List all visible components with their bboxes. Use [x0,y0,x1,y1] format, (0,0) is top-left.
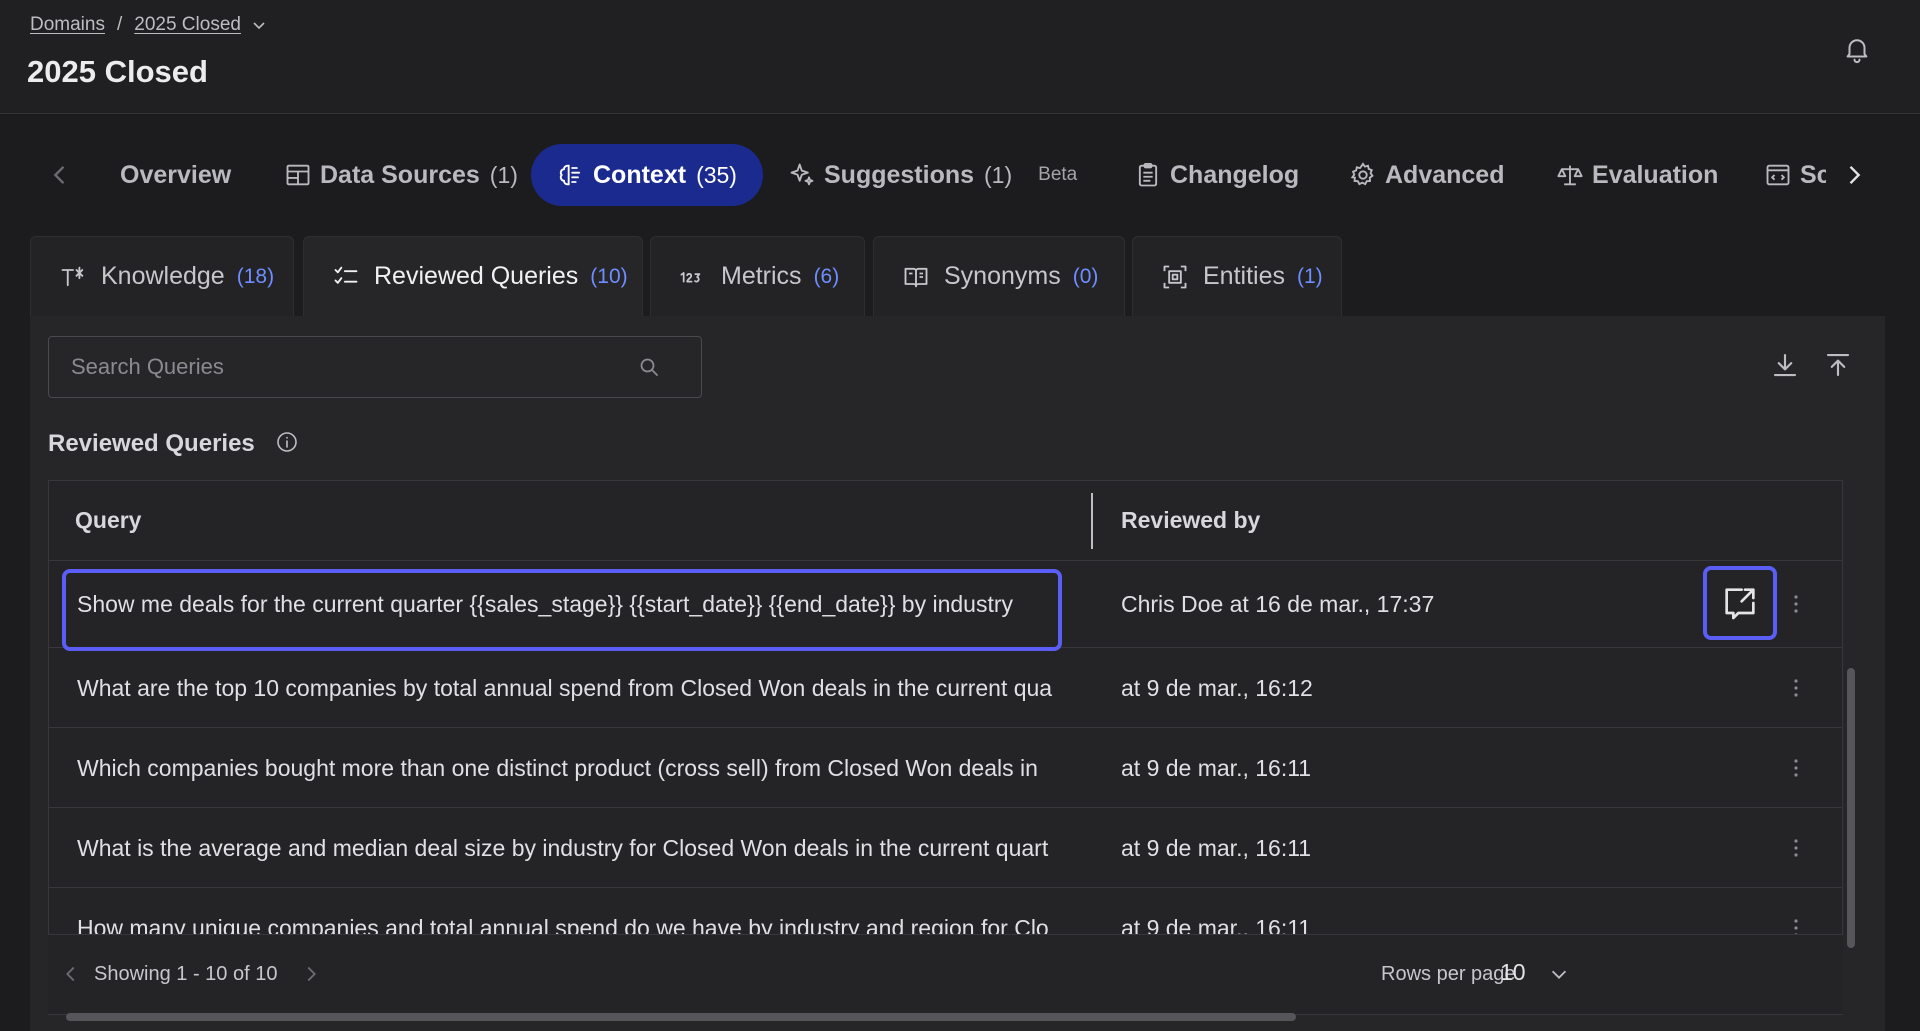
column-resizer[interactable] [1091,493,1093,549]
query-cell[interactable]: Which companies bought more than one dis… [77,728,1113,808]
subtab-metrics-label: Metrics [721,262,802,290]
tab-overview-label: Overview [120,160,232,189]
chevron-right-icon[interactable] [1840,161,1868,189]
subtab-entities[interactable]: Entities (1) [1132,236,1342,316]
reviewed-by-cell: at 9 de mar., 16:11 [1121,755,1312,781]
sparkle-icon [790,163,814,186]
breadcrumb-domains-link[interactable]: Domains [30,14,105,36]
gear-icon [1350,162,1374,186]
checklist-icon [334,266,358,284]
download-icon[interactable] [1770,350,1800,380]
tab-evaluation-label: Evaluation [1592,160,1719,189]
page-title: 2025 Closed [27,54,208,89]
tab-sc[interactable]: Sc [1764,144,1826,206]
subtab-metrics[interactable]: Metrics (6) [650,236,865,316]
info-icon[interactable] [275,430,299,454]
open-external-icon [1725,588,1755,620]
chevron-down-icon[interactable] [1548,963,1570,985]
subtab-metrics-count: (6) [813,264,840,288]
scale-icon [1557,165,1583,186]
tab-context-label: Context [593,160,687,189]
main-tabs-bar: Overview Data Sources (1) Context (35) S… [0,114,1920,236]
section-title: Reviewed Queries [48,430,255,457]
entity-frame-icon [1163,265,1187,288]
book-icon [904,267,928,287]
horizontal-scrollbar-thumb[interactable] [66,1013,1296,1021]
top-bar: Domains / 2025 Closed 2025 Closed [0,0,1920,114]
tab-advanced[interactable]: Advanced [1349,144,1504,206]
query-cell[interactable]: What is the average and median deal size… [77,808,1113,888]
reviewed-by-cell: at 9 de mar., 16:11 [1121,835,1312,861]
tab-data-sources-count: (1) [489,161,518,188]
tab-context[interactable]: Context (35) [531,144,763,206]
tab-suggestions-count: (1) [984,161,1013,188]
subtab-reviewed-queries-label: Reviewed Queries [374,262,579,290]
next-page-icon[interactable] [300,963,322,985]
code-window-icon [1766,164,1790,186]
reviewed-by-cell: Chris Doe at 16 de mar., 17:37 [1121,591,1435,617]
breadcrumb-separator: / [116,14,123,35]
tab-changelog[interactable]: Changelog [1134,144,1299,206]
previous-page-icon[interactable] [60,963,82,985]
subtab-reviewed-queries[interactable]: Reviewed Queries (10) [303,236,643,316]
tab-context-count: (35) [696,161,737,188]
bell-icon[interactable] [1842,34,1872,64]
table-row[interactable]: What is the average and median deal size… [49,808,1842,888]
more-vertical-icon[interactable] [1784,756,1808,780]
search-box [48,336,702,398]
text-format-icon [61,266,84,286]
tab-suggestions[interactable]: Suggestions (1) Beta [788,144,1077,206]
upload-icon[interactable] [1823,350,1853,380]
more-vertical-icon[interactable] [1784,836,1808,860]
vertical-scrollbar-thumb[interactable] [1847,668,1855,948]
numbers-icon [680,271,701,283]
chevron-left-icon[interactable] [46,161,74,189]
table-row[interactable]: Show me deals for the current quarter {{… [49,561,1842,651]
subtab-knowledge[interactable]: Knowledge (18) [30,236,294,316]
subtab-synonyms-label: Synonyms [944,262,1061,290]
table-icon [286,164,310,186]
rows-per-page-select[interactable]: 10 [1500,959,1526,986]
reviewed-queries-panel: Reviewed Queries Query Reviewed by Show … [30,316,1885,1031]
tab-changelog-label: Changelog [1170,160,1300,189]
table-header: Query Reviewed by [49,481,1842,561]
tab-data-sources[interactable]: Data Sources (1) [284,144,518,206]
pagination-summary: Showing 1 - 10 of 10 [94,963,278,985]
tab-sc-clip: Sc [1764,144,1826,206]
table-footer: Showing 1 - 10 of 10 Rows per page 10 [48,934,1843,1014]
subtab-knowledge-count: (18) [236,264,275,288]
brain-icon [559,164,581,186]
tab-data-sources-label: Data Sources [320,160,480,189]
tab-suggestions-label: Suggestions [824,160,975,189]
beta-badge: Beta [1038,164,1078,185]
subtab-synonyms[interactable]: Synonyms (0) [873,236,1125,316]
breadcrumb-current-link[interactable]: 2025 Closed [134,14,241,36]
clipboard-icon [1138,162,1158,187]
reviewed-by-cell: at 9 de mar., 16:12 [1121,675,1313,701]
more-vertical-icon[interactable] [1784,676,1808,700]
tab-sc-label: Sc [1800,160,1826,189]
query-cell[interactable]: What are the top 10 companies by total a… [77,648,1113,728]
search-icon[interactable] [637,355,661,379]
column-header-reviewed-by[interactable]: Reviewed by [1121,507,1260,534]
subtab-synonyms-count: (0) [1072,264,1099,288]
breadcrumb: Domains / 2025 Closed [30,14,267,36]
rows-per-page-label: Rows per page [1381,963,1516,985]
subtab-reviewed-queries-count: (10) [590,264,628,288]
subtab-entities-label: Entities [1203,262,1285,290]
tab-advanced-label: Advanced [1385,160,1505,189]
table-row[interactable]: Which companies bought more than one dis… [49,728,1842,808]
more-vertical-icon[interactable] [1784,592,1808,616]
column-header-query[interactable]: Query [75,507,141,534]
table-row[interactable]: What are the top 10 companies by total a… [49,648,1842,728]
chevron-down-icon[interactable] [251,17,267,33]
open-query-button[interactable] [1703,566,1777,640]
tab-evaluation[interactable]: Evaluation [1556,144,1718,206]
search-input[interactable] [49,337,639,397]
subtab-entities-count: (1) [1296,264,1323,288]
query-cell[interactable]: Show me deals for the current quarter {{… [77,561,1113,648]
subtab-knowledge-label: Knowledge [101,262,225,290]
tab-overview[interactable]: Overview [120,144,231,206]
